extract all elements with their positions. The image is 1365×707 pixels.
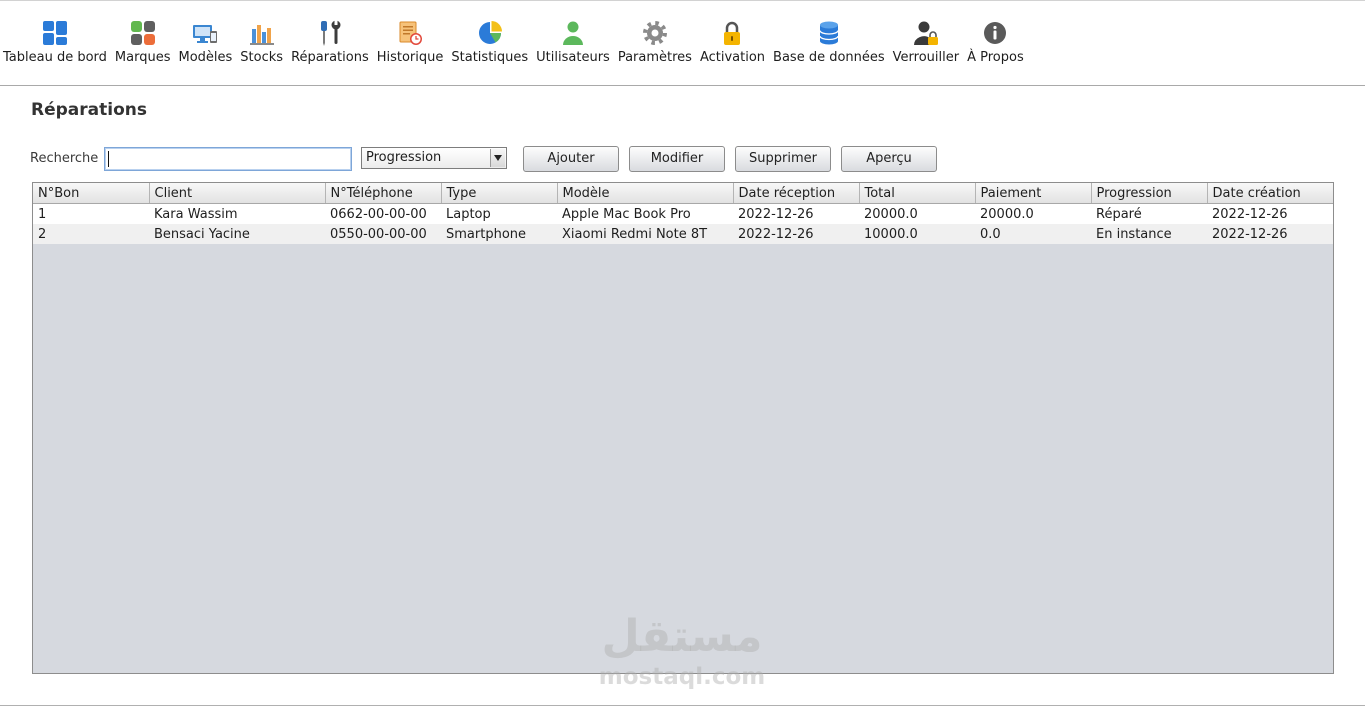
brands-icon [130,20,156,46]
column-header[interactable]: N°Téléphone [325,183,442,204]
search-label: Recherche [30,151,99,166]
column-header[interactable]: Paiement [975,183,1092,204]
table-cell[interactable]: Réparé [1091,203,1207,224]
toolbar-button-brands[interactable]: Marques [114,1,171,85]
progression-filter-dropdown[interactable]: Progression [361,147,507,169]
chevron-down-icon[interactable] [490,149,505,167]
search-input[interactable] [104,147,352,171]
repairs-table[interactable]: N°Bon Client N°Téléphone Type Modèle Dat… [32,182,1334,674]
table-header-row: N°Bon Client N°Téléphone Type Modèle Dat… [33,183,1333,204]
table-cell[interactable]: Kara Wassim [149,203,325,224]
repairs-icon [317,20,343,46]
toolbar-label: Base de données [773,50,885,65]
table-cell[interactable]: Bensaci Yacine [149,224,325,244]
table-cell[interactable]: En instance [1091,224,1207,244]
stocks-icon [249,20,275,46]
database-icon [816,20,842,46]
info-icon [982,20,1008,46]
toolbar-button-history[interactable]: Historique [376,1,444,85]
toolbar-button-dashboard[interactable]: Tableau de bord [3,1,107,85]
statistics-icon [477,20,503,46]
repairs-table-grid: N°Bon Client N°Téléphone Type Modèle Dat… [33,183,1333,244]
toolbar-button-activation[interactable]: Activation [700,1,765,85]
toolbar-button-users[interactable]: Utilisateurs [536,1,610,85]
toolbar-label: Historique [376,50,444,65]
toolbar-label: Statistiques [451,50,529,65]
toolbar-label: Utilisateurs [536,50,610,65]
toolbar-label: Tableau de bord [3,50,107,65]
column-header[interactable]: Date création [1207,183,1333,204]
edit-button[interactable]: Modifier [629,146,725,172]
settings-icon [642,20,668,46]
table-cell[interactable]: 2022-12-26 [1207,224,1333,244]
column-header[interactable]: Modèle [557,183,734,204]
column-header[interactable]: Date réception [733,183,860,204]
toolbar-button-settings[interactable]: Paramètres [618,1,692,85]
table-cell[interactable]: 2022-12-26 [1207,203,1333,224]
text-cursor [108,151,109,167]
table-cell[interactable]: Apple Mac Book Pro [557,203,733,224]
toolbar-label: À Propos [967,50,1024,65]
toolbar-label: Réparations [291,50,369,65]
table-cell[interactable]: 20000.0 [859,203,975,224]
column-header[interactable]: Type [441,183,558,204]
column-header[interactable]: Client [149,183,326,204]
users-icon [560,20,586,46]
toolbar-button-stocks[interactable]: Stocks [240,1,283,85]
table-cell[interactable]: 2022-12-26 [733,224,859,244]
table-cell[interactable]: Smartphone [441,224,557,244]
table-cell[interactable]: Xiaomi Redmi Note 8T [557,224,733,244]
column-header[interactable]: N°Bon [33,183,150,204]
toolbar-button-repairs[interactable]: Réparations [291,1,369,85]
toolbar-label: Stocks [240,50,284,65]
toolbar-button-database[interactable]: Base de données [773,1,885,85]
delete-button[interactable]: Supprimer [735,146,831,172]
column-header[interactable]: Total [859,183,976,204]
main-toolbar: Tableau de bord Marques Modèles Stocks R… [0,0,1365,86]
toolbar-label: Modèles [178,50,233,65]
table-cell[interactable]: 10000.0 [859,224,975,244]
activation-lock-icon [719,20,745,46]
table-cell[interactable]: 20000.0 [975,203,1091,224]
table-cell[interactable]: Laptop [441,203,557,224]
toolbar-button-about[interactable]: À Propos [967,1,1024,85]
table-cell[interactable]: 2 [33,224,149,244]
table-row[interactable]: 1 Kara Wassim 0662-00-00-00 Laptop Apple… [33,203,1333,224]
table-row[interactable]: 2 Bensaci Yacine 0550-00-00-00 Smartphon… [33,224,1333,244]
add-button[interactable]: Ajouter [523,146,619,172]
toolbar-label: Verrouiller [892,50,960,65]
toolbar-button-models[interactable]: Modèles [178,1,232,85]
models-icon [192,20,218,46]
table-cell[interactable]: 1 [33,203,149,224]
dashboard-icon [42,20,68,46]
toolbar-label: Paramètres [617,50,692,65]
table-cell[interactable]: 0550-00-00-00 [325,224,441,244]
table-cell[interactable]: 0662-00-00-00 [325,203,441,224]
page-title: Réparations [31,100,147,120]
preview-button[interactable]: Aperçu [841,146,937,172]
bottom-divider [0,705,1365,706]
lock-user-icon [913,20,939,46]
toolbar-button-statistics[interactable]: Statistiques [451,1,528,85]
toolbar-label: Activation [699,50,766,65]
column-header[interactable]: Progression [1091,183,1208,204]
history-icon [397,20,423,46]
table-cell[interactable]: 0.0 [975,224,1091,244]
toolbar-label: Marques [114,50,171,65]
dropdown-selected-value: Progression [366,150,442,165]
toolbar-button-lock[interactable]: Verrouiller [893,1,959,85]
table-cell[interactable]: 2022-12-26 [733,203,859,224]
